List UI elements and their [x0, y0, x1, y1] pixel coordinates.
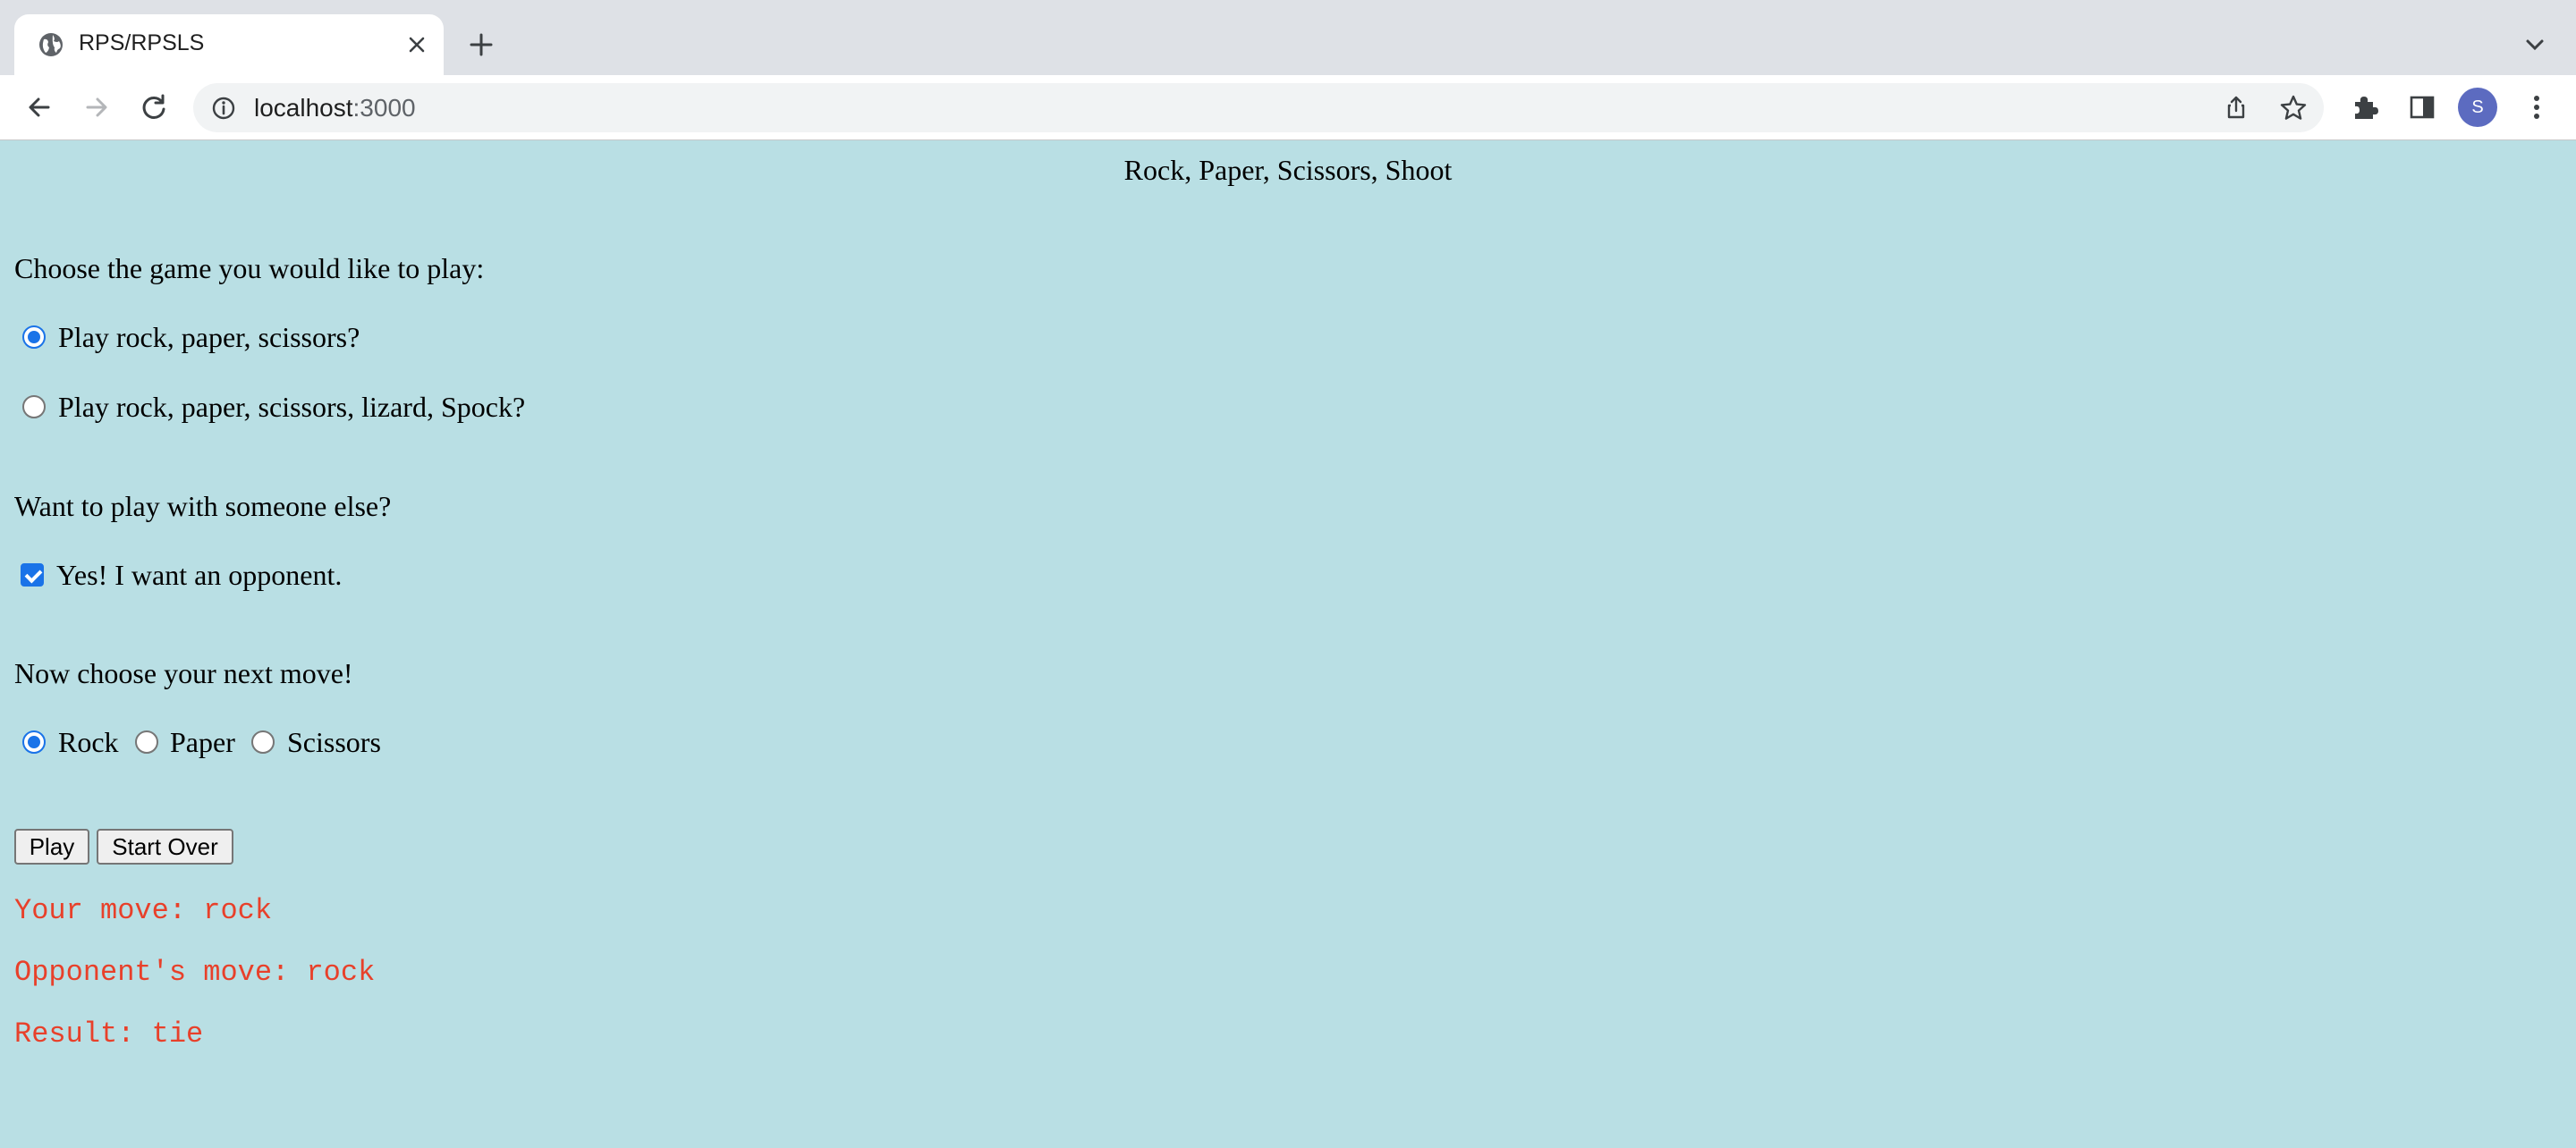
- radio-move-scissors[interactable]: [251, 730, 275, 754]
- star-icon[interactable]: [2275, 90, 2311, 126]
- radio-game-rpsls-label[interactable]: Play rock, paper, scissors, lizard, Spoc…: [58, 391, 525, 424]
- radio-move-paper[interactable]: [135, 730, 158, 754]
- radio-move-rock[interactable]: [22, 730, 46, 754]
- play-button[interactable]: Play: [14, 829, 89, 865]
- back-arrow-icon[interactable]: [21, 89, 57, 125]
- globe-icon: [38, 31, 64, 58]
- opponent-move-result: Opponent's move: rock: [14, 956, 376, 989]
- address-bar[interactable]: localhost:3000: [193, 83, 2324, 132]
- forward-arrow-icon[interactable]: [79, 89, 114, 125]
- game-result: Result: tie: [14, 1017, 204, 1051]
- browser-chrome: RPS/RPSLS localhost:3000 S: [0, 0, 2576, 140]
- close-icon[interactable]: [402, 30, 431, 59]
- chevron-down-icon[interactable]: [2519, 29, 2551, 61]
- radio-game-rpsls[interactable]: [22, 395, 46, 418]
- radio-move-scissors-label[interactable]: Scissors: [287, 726, 381, 759]
- kebab-menu-icon[interactable]: [2519, 89, 2555, 125]
- opponent-checkbox-label[interactable]: Yes! I want an opponent.: [56, 559, 342, 592]
- radio-game-rps-label[interactable]: Play rock, paper, scissors?: [58, 321, 360, 354]
- radio-move-paper-label[interactable]: Paper: [170, 726, 235, 759]
- new-tab-plus-icon[interactable]: [463, 27, 499, 63]
- page-content: Rock, Paper, Scissors, Shoot Choose the …: [0, 140, 2576, 1148]
- browser-toolbar: localhost:3000 S: [0, 75, 2576, 140]
- side-panel-icon[interactable]: [2404, 89, 2440, 125]
- browser-tab[interactable]: RPS/RPSLS: [14, 14, 444, 75]
- radio-game-rps[interactable]: [22, 325, 46, 349]
- profile-avatar[interactable]: S: [2458, 88, 2497, 127]
- page-title: Rock, Paper, Scissors, Shoot: [1123, 154, 1453, 186]
- extensions-puzzle-icon[interactable]: [2347, 89, 2383, 125]
- tab-title: RPS/RPSLS: [79, 30, 205, 55]
- url-port: :3000: [352, 94, 416, 122]
- start-over-button[interactable]: Start Over: [97, 829, 233, 865]
- game-prompt: Choose the game you would like to play:: [14, 252, 485, 284]
- radio-move-rock-label[interactable]: Rock: [58, 726, 119, 759]
- url-host: localhost: [254, 94, 353, 122]
- move-prompt: Now choose your next move!: [14, 657, 353, 689]
- reload-icon[interactable]: [136, 89, 172, 125]
- info-icon[interactable]: [209, 94, 238, 122]
- tab-strip: RPS/RPSLS: [0, 0, 2576, 75]
- url-text: localhost:3000: [254, 94, 416, 122]
- your-move-result: Your move: rock: [14, 894, 273, 927]
- share-icon[interactable]: [2218, 90, 2254, 126]
- opponent-checkbox[interactable]: [21, 563, 44, 587]
- opponent-prompt: Want to play with someone else?: [14, 490, 392, 522]
